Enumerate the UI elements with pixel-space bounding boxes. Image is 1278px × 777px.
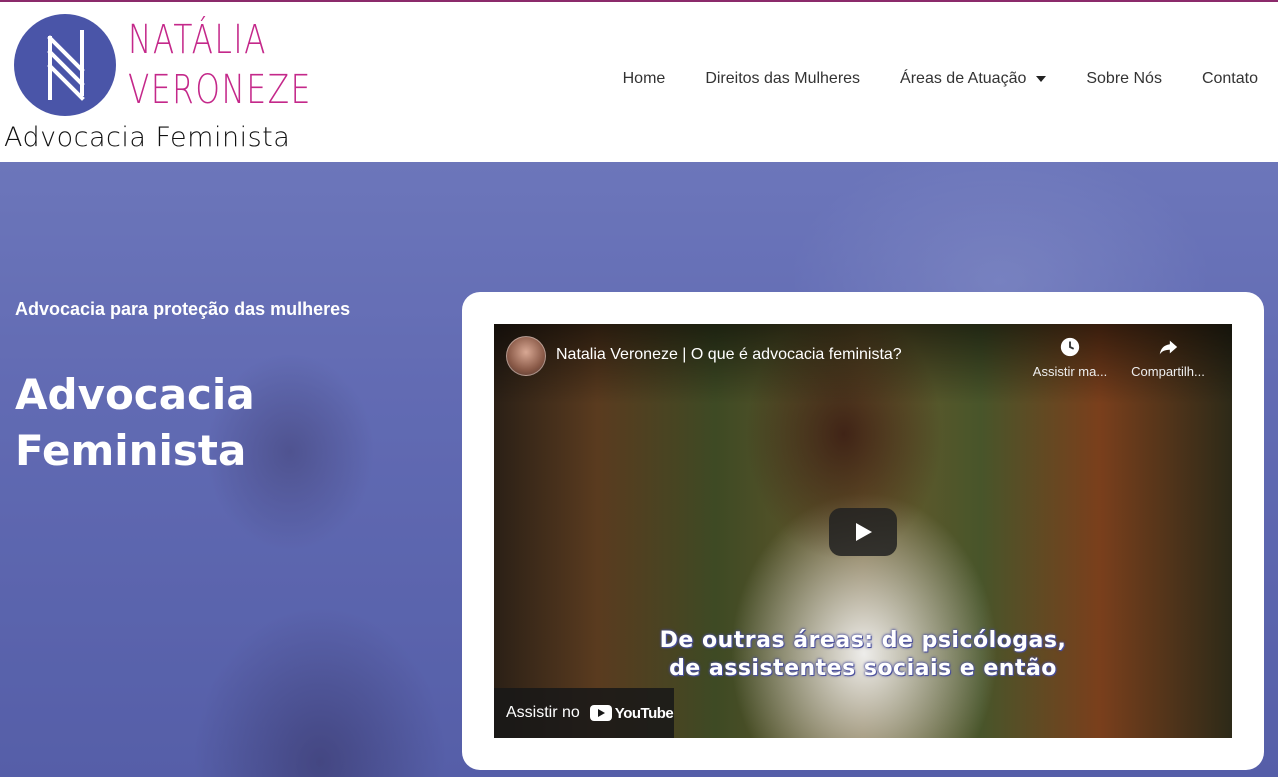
brand-tagline[interactable]: Advocacia Feminista <box>4 122 290 153</box>
share-label: Compartilh... <box>1131 364 1205 379</box>
main-navigation: Home Direitos das Mulheres Áreas de Atua… <box>583 70 1258 88</box>
logo-n-mark-icon <box>47 30 85 101</box>
video-caption-line-1: De outras áreas: de psicólogas, <box>659 628 1067 653</box>
youtube-logo: YouTube <box>589 704 674 722</box>
hero-title-line-1: Advocacia <box>15 370 255 419</box>
nav-direitos-label: Direitos das Mulheres <box>705 70 861 87</box>
channel-avatar[interactable] <box>506 336 546 376</box>
watch-later-button[interactable]: Assistir ma... <box>1024 336 1116 379</box>
play-button[interactable] <box>829 508 897 556</box>
brand-name-line-2[interactable]: VERONEZE <box>128 68 312 112</box>
youtube-embed[interactable]: Natalia Veroneze | O que é advocacia fem… <box>494 324 1232 738</box>
nav-areas-de-atuacao[interactable]: Áreas de Atuação <box>900 70 1047 88</box>
nav-home-label: Home <box>622 70 666 87</box>
site-header: NATÁLIA VERONEZE Advocacia Feminista Hom… <box>0 2 1278 162</box>
hero-title: Advocacia Feminista <box>15 367 415 479</box>
logo-emblem[interactable] <box>14 14 116 116</box>
hero-title-line-2: Feminista <box>15 426 247 475</box>
youtube-wordmark: YouTube <box>614 704 674 722</box>
watch-on-label: Assistir no <box>506 704 580 721</box>
brand-name-line-1[interactable]: NATÁLIA <box>128 18 267 62</box>
clock-icon <box>1060 337 1080 357</box>
hero-section: Advocacia para proteção das mulheres Adv… <box>0 162 1278 777</box>
nav-contato-label: Contato <box>1201 70 1258 87</box>
nav-home[interactable]: Home <box>623 70 666 88</box>
share-button[interactable]: Compartilh... <box>1122 336 1214 379</box>
youtube-play-icon <box>589 705 612 721</box>
chevron-down-icon[interactable] <box>1036 76 1047 82</box>
video-title[interactable]: Natalia Veroneze | O que é advocacia fem… <box>556 346 902 364</box>
watch-on-youtube-button[interactable]: Assistir no YouTube <box>494 688 674 738</box>
share-icon <box>1159 340 1178 355</box>
nav-sobre-nos[interactable]: Sobre Nós <box>1086 70 1162 88</box>
video-card: Natalia Veroneze | O que é advocacia fem… <box>462 292 1264 770</box>
nav-contato[interactable]: Contato <box>1202 70 1258 88</box>
hero-kicker: Advocacia para proteção das mulheres <box>15 299 351 319</box>
nav-sobre-label: Sobre Nós <box>1086 70 1162 87</box>
watch-later-label: Assistir ma... <box>1032 364 1108 379</box>
video-caption-line-2: de assistentes sociais e então <box>669 656 1057 681</box>
nav-direitos-das-mulheres[interactable]: Direitos das Mulheres <box>705 70 860 88</box>
nav-areas-label: Áreas de Atuação <box>900 70 1027 87</box>
